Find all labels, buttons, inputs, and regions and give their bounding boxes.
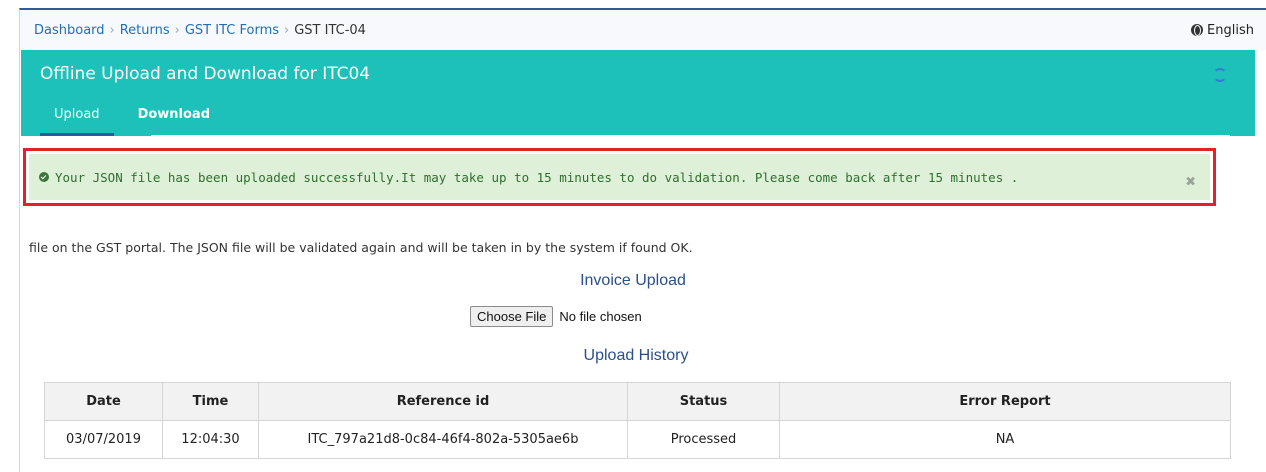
table-header-row: Date Time Reference id Status Error Repo… <box>44 382 1231 421</box>
alert-message: Your JSON file has been uploaded success… <box>55 169 1019 185</box>
breadcrumb-gst-itc-forms[interactable]: GST ITC Forms <box>185 23 279 38</box>
file-input: Choose File No file chosen <box>470 306 642 327</box>
upload-history-table: Date Time Reference id Status Error Repo… <box>44 382 1231 459</box>
cell-error-report: NA <box>779 420 1231 459</box>
table-row: 03/07/2019 12:04:30 ITC_797a21d8-0c84-46… <box>44 420 1231 459</box>
column-header-date: Date <box>44 382 163 421</box>
info-text: file on the GST portal. The JSON file wi… <box>29 240 693 255</box>
top-bar: Dashboard › Returns › GST ITC Forms › GS… <box>20 10 1266 50</box>
panel-header: Offline Upload and Download for ITC04 Up… <box>21 50 1255 136</box>
language-label: English <box>1207 22 1254 38</box>
success-alert-body: Your JSON file has been uploaded success… <box>29 154 1210 200</box>
cell-status: Processed <box>627 420 780 459</box>
tab-bar: Upload Download <box>40 100 224 136</box>
cell-time: 12:04:30 <box>162 420 259 459</box>
column-header-status: Status <box>627 382 780 421</box>
breadcrumb-separator: › <box>284 22 290 38</box>
cell-date: 03/07/2019 <box>44 420 163 459</box>
tab-upload[interactable]: Upload <box>40 100 114 136</box>
breadcrumb-current: GST ITC-04 <box>294 22 366 38</box>
panel-title: Offline Upload and Download for ITC04 <box>40 64 371 84</box>
breadcrumb-returns[interactable]: Returns <box>120 23 170 38</box>
language-selector[interactable]: English <box>1191 23 1254 38</box>
tab-download[interactable]: Download <box>114 100 224 136</box>
success-alert: Your JSON file has been uploaded success… <box>23 148 1216 206</box>
close-icon[interactable]: ✖ <box>1186 172 1196 192</box>
breadcrumb-separator: › <box>109 22 115 38</box>
column-header-error-report: Error Report <box>779 382 1231 421</box>
globe-icon <box>1191 24 1204 36</box>
file-status: No file chosen <box>559 309 642 324</box>
invoice-upload-title: Invoice Upload <box>580 272 686 289</box>
breadcrumb: Dashboard › Returns › GST ITC Forms › GS… <box>34 23 366 38</box>
check-circle-icon <box>39 172 49 182</box>
column-header-time: Time <box>162 382 259 421</box>
tab-divider <box>151 135 1230 136</box>
breadcrumb-dashboard[interactable]: Dashboard <box>34 23 105 38</box>
upload-history-title: Upload History <box>583 347 689 364</box>
refresh-icon[interactable] <box>1213 68 1227 82</box>
column-header-reference-id: Reference id <box>258 382 628 421</box>
cell-reference-id: ITC_797a21d8-0c84-46f4-802a-5305ae6b <box>258 420 628 459</box>
breadcrumb-separator: › <box>174 22 180 38</box>
choose-file-button[interactable]: Choose File <box>470 306 554 327</box>
